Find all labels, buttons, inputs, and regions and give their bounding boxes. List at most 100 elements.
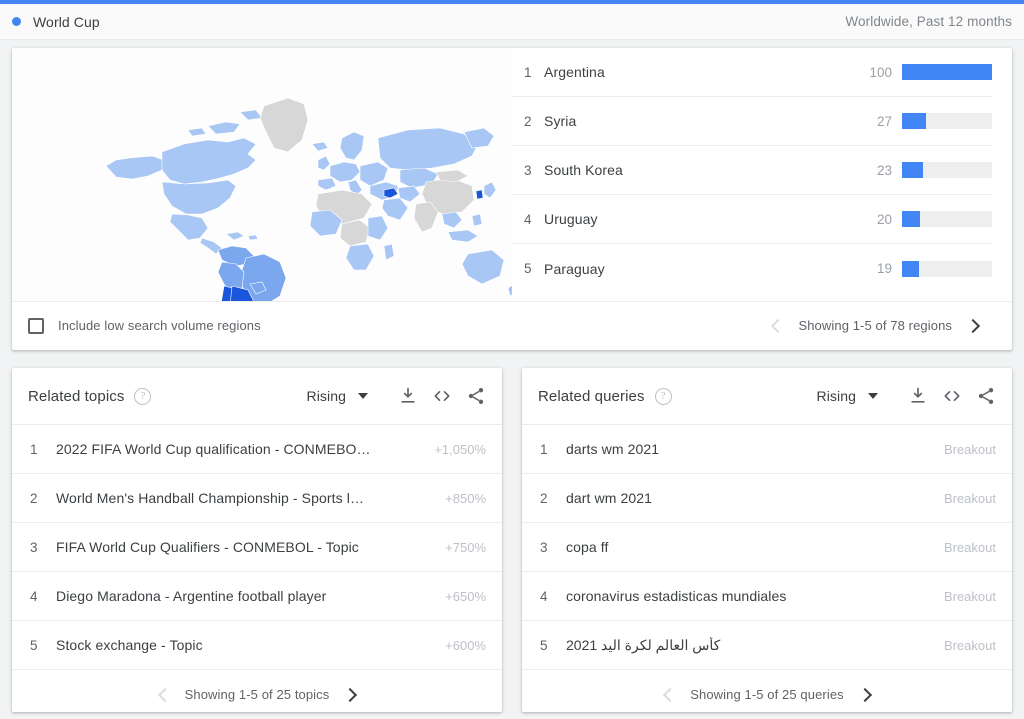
item-rank: 1	[30, 441, 38, 457]
checkbox-icon[interactable]	[28, 317, 44, 334]
related-topics-header: Related topics ? Rising	[12, 368, 502, 424]
item-label[interactable]: darts wm 2021	[566, 441, 944, 457]
list-item[interactable]: 5 كأس العالم لكرة اليد 2021 Breakout	[522, 620, 1012, 669]
item-change-value: +650%	[445, 588, 486, 604]
region-rank: 2	[524, 113, 532, 129]
world-choropleth-map[interactable]: .c-low { fill: #a8c7f5; } .c-mid { fill:…	[12, 48, 512, 301]
region-bar-fill	[902, 113, 927, 129]
item-rank: 4	[540, 588, 548, 604]
region-bar-fill	[902, 260, 920, 277]
chevron-down-icon[interactable]	[868, 393, 878, 399]
help-circle-icon[interactable]: ?	[654, 387, 672, 405]
chevron-left-icon[interactable]	[660, 687, 676, 703]
include-low-volume-label: Include low search volume regions	[58, 318, 261, 333]
item-label[interactable]: Diego Maradona - Argentine football play…	[56, 588, 445, 604]
region-rank: 4	[524, 211, 532, 227]
help-circle-icon[interactable]: ?	[134, 387, 152, 405]
region-card-body: .c-low { fill: #a8c7f5; } .c-mid { fill:…	[12, 48, 1012, 301]
item-rank: 2	[30, 490, 38, 506]
table-row[interactable]: 5 Paraguay 19	[512, 244, 992, 293]
share-icon[interactable]	[976, 386, 996, 406]
item-label[interactable]: copa ff	[566, 539, 944, 555]
region-value: 20	[876, 211, 892, 227]
topics-pager-text: Showing 1-5 of 25 topics	[184, 687, 330, 702]
region-bar-track	[902, 211, 992, 227]
region-bar-track	[902, 113, 992, 129]
region-name[interactable]: Syria	[544, 113, 856, 129]
download-icon[interactable]	[908, 386, 928, 406]
search-term-label: World Cup	[33, 13, 100, 30]
item-rank: 4	[30, 588, 38, 604]
chevron-down-icon[interactable]	[358, 393, 368, 399]
list-item[interactable]: 2 dart wm 2021 Breakout	[522, 473, 1012, 522]
related-topics-pager: Showing 1-5 of 25 topics	[12, 669, 502, 719]
item-label[interactable]: 2022 FIFA World Cup qualification - CONM…	[56, 441, 434, 457]
region-bar-fill	[902, 162, 923, 178]
item-change-value: Breakout	[943, 637, 996, 653]
table-row[interactable]: 4 Uruguay 20	[512, 195, 992, 244]
item-label[interactable]: Stock exchange - Topic	[56, 637, 445, 653]
item-rank: 5	[30, 637, 38, 653]
region-name[interactable]: Uruguay	[544, 211, 856, 227]
queries-pager-text: Showing 1-5 of 25 queries	[690, 687, 844, 702]
list-item[interactable]: 5 Stock exchange - Topic +600%	[12, 620, 502, 669]
trends-topbar: World Cup Worldwide, Past 12 months	[0, 4, 1024, 40]
item-label[interactable]: FIFA World Cup Qualifiers - CONMEBOL - T…	[56, 539, 445, 555]
chevron-right-icon[interactable]	[343, 687, 359, 703]
embed-code-icon[interactable]	[942, 386, 962, 406]
region-bar-track	[902, 64, 992, 80]
region-bar-fill	[902, 211, 920, 227]
related-topics-card: Related topics ? Rising 1 2022 FIFA Worl…	[12, 368, 502, 712]
region-bar-track	[902, 260, 992, 277]
include-low-volume-toggle[interactable]: Include low search volume regions	[28, 317, 261, 334]
region-card-footer: Include low search volume regions Showin…	[12, 301, 1012, 349]
region-name[interactable]: Paraguay	[544, 261, 856, 277]
related-queries-actions: Rising	[816, 386, 996, 406]
chevron-left-icon[interactable]	[768, 318, 784, 334]
item-rank: 5	[540, 637, 548, 653]
panel-title: Related topics	[28, 387, 125, 405]
item-rank: 1	[540, 441, 548, 457]
sort-select-value[interactable]: Rising	[306, 388, 346, 404]
item-rank: 3	[30, 539, 38, 555]
share-icon[interactable]	[466, 386, 486, 406]
region-pager-text: Showing 1-5 of 78 regions	[798, 318, 952, 333]
list-item[interactable]: 1 darts wm 2021 Breakout	[522, 424, 1012, 473]
chevron-right-icon[interactable]	[858, 687, 874, 703]
region-value: 100	[869, 64, 892, 80]
list-item[interactable]: 1 2022 FIFA World Cup qualification - CO…	[12, 424, 502, 473]
chevron-left-icon[interactable]	[155, 687, 171, 703]
item-label[interactable]: كأس العالم لكرة اليد 2021	[566, 637, 944, 654]
region-pager: Showing 1-5 of 78 regions	[768, 318, 996, 334]
region-ranking-list: 1 Argentina 100 2 Syria 27 3 South Korea…	[512, 48, 1012, 301]
related-queries-card: Related queries ? Rising 1 darts wm 2021	[522, 368, 1012, 712]
panel-title: Related queries	[538, 387, 645, 405]
item-rank: 2	[540, 490, 548, 506]
list-item[interactable]: 4 Diego Maradona - Argentine football pl…	[12, 571, 502, 620]
table-row[interactable]: 3 South Korea 23	[512, 146, 992, 195]
embed-code-icon[interactable]	[432, 386, 452, 406]
region-value: 27	[876, 113, 892, 129]
list-item[interactable]: 3 copa ff Breakout	[522, 522, 1012, 571]
region-value: 19	[876, 261, 892, 276]
list-item[interactable]: 3 FIFA World Cup Qualifiers - CONMEBOL -…	[12, 522, 502, 571]
chevron-right-icon[interactable]	[966, 318, 982, 334]
item-label[interactable]: World Men's Handball Championship - Spor…	[56, 490, 445, 506]
list-item[interactable]: 2 World Men's Handball Championship - Sp…	[12, 473, 502, 522]
scope-label: Worldwide, Past 12 months	[845, 14, 1012, 29]
term-color-dot-icon	[12, 17, 21, 26]
region-name[interactable]: South Korea	[544, 162, 856, 178]
world-map-svg: .c-low { fill: #a8c7f5; } .c-mid { fill:…	[12, 48, 512, 301]
item-change-value: +850%	[445, 490, 486, 506]
table-row[interactable]: 2 Syria 27	[512, 97, 992, 146]
region-rank: 1	[524, 64, 532, 80]
region-name[interactable]: Argentina	[544, 64, 856, 80]
table-row[interactable]: 1 Argentina 100	[512, 48, 992, 97]
download-icon[interactable]	[398, 386, 418, 406]
item-label[interactable]: dart wm 2021	[566, 490, 944, 506]
sort-select-value[interactable]: Rising	[816, 388, 856, 404]
list-item[interactable]: 4 coronavirus estadisticas mundiales Bre…	[522, 571, 1012, 620]
search-term-chip[interactable]: World Cup	[0, 14, 100, 30]
item-change-value: Breakout	[943, 441, 996, 457]
item-label[interactable]: coronavirus estadisticas mundiales	[566, 588, 944, 604]
